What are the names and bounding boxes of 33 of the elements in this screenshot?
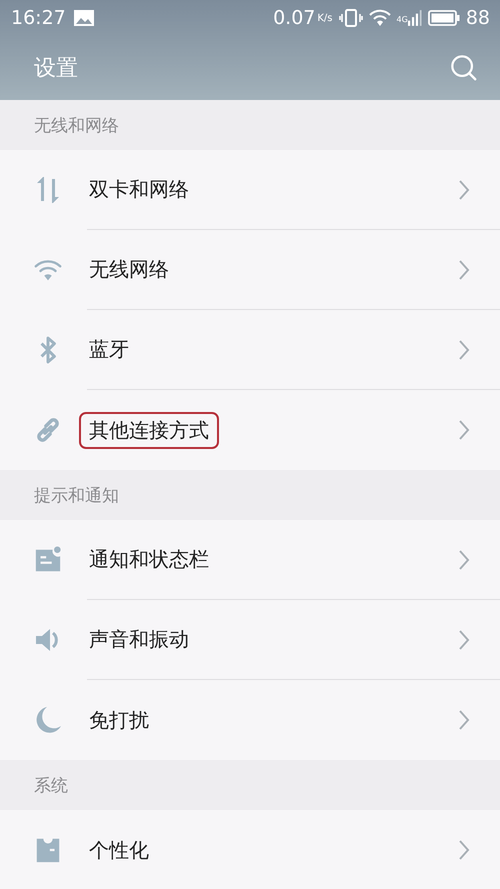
page-title: 设置 (34, 55, 78, 83)
vibrate-icon (338, 9, 363, 27)
chevron-icon (458, 338, 470, 360)
section-title: 无线和网络 (34, 114, 119, 136)
network-speed: 0.07 (273, 7, 316, 29)
wifi-signal-icon (368, 9, 391, 27)
chevron-icon (458, 839, 470, 861)
section-title: 提示和通知 (34, 484, 119, 506)
signal-icon (408, 9, 422, 27)
battery-level: 88 (466, 7, 490, 29)
image-icon (74, 10, 94, 26)
chevron-icon (458, 548, 470, 570)
item-label: 其他连接方式 (79, 412, 219, 448)
chevron-icon (458, 178, 470, 200)
chevron-icon (458, 628, 470, 650)
item-label: 个性化 (88, 836, 150, 864)
battery-icon (428, 9, 460, 27)
wifi-icon (33, 257, 63, 283)
speed-unit: K/s (317, 12, 333, 24)
item-label: 免打扰 (88, 706, 150, 734)
item-label: 无线网络 (88, 256, 170, 283)
chevron-icon (458, 709, 470, 731)
item-label: 通知和状态栏 (88, 546, 210, 573)
section-title: 系统 (34, 774, 68, 796)
item-label: 蓝牙 (88, 336, 130, 363)
item-label: 双卡和网络 (88, 176, 190, 203)
network-type: 4G (396, 15, 408, 24)
item-label: 声音和振动 (88, 626, 190, 653)
notification-icon (33, 546, 63, 574)
chevron-icon (458, 419, 470, 441)
search-button[interactable] (450, 54, 478, 82)
clock-time: 16:27 (11, 7, 66, 29)
chevron-icon (458, 258, 470, 280)
